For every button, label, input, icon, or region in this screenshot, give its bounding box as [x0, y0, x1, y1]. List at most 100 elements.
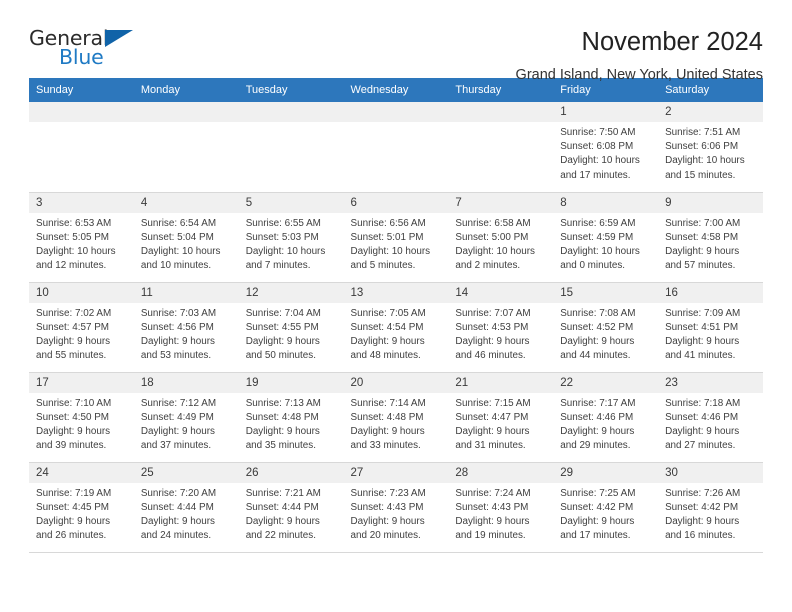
- day-details: Sunrise: 6:56 AM Sunset: 5:01 PM Daylight:…: [344, 213, 449, 274]
- sunset-time: Sunset: 4:57 PM: [36, 321, 110, 333]
- weekday-header-wednesday: Wednesday: [343, 78, 449, 102]
- day-number: 11: [133, 282, 239, 303]
- logo-triangle-icon: [105, 30, 133, 47]
- calendar-day-cell-empty: [343, 102, 449, 193]
- sunrise-time: Sunrise: 6:54 AM: [140, 217, 217, 229]
- day-number: 29: [553, 462, 659, 483]
- sunrise-time: Sunrise: 6:59 AM: [560, 217, 636, 229]
- sunset-time: Sunset: 4:50 PM: [36, 411, 110, 423]
- calendar-day-cell[interactable]: 15 Sunrise: 7:08 AM Sunset: 4:52 PM Dayligh…: [553, 282, 659, 373]
- calendar-day-cell[interactable]: 12 Sunrise: 7:04 AM Sunset: 4:55 PM Dayligh…: [238, 282, 344, 373]
- calendar-day-cell[interactable]: 27 Sunrise: 7:23 AM Sunset: 4:43 PM Dayligh…: [343, 462, 449, 553]
- calendar-day-cell-empty: [238, 102, 344, 193]
- sunset-time: Sunset: 4:47 PM: [455, 411, 529, 423]
- calendar-day-cell[interactable]: 11 Sunrise: 7:03 AM Sunset: 4:56 PM Dayligh…: [133, 282, 239, 373]
- day-details: Sunrise: 7:07 AM Sunset: 4:53 PM Daylight:…: [448, 303, 553, 364]
- day-details: Sunrise: 7:05 AM Sunset: 4:54 PM Daylight:…: [344, 303, 449, 364]
- calendar-day-cell[interactable]: 16 Sunrise: 7:09 AM Sunset: 4:51 PM Dayligh…: [658, 282, 763, 373]
- daylight-duration-line1: Daylight: 9 hours: [245, 515, 320, 527]
- calendar-day-cell[interactable]: 1 Sunrise: 7:50 AM Sunset: 6:08 PM Daylight…: [553, 102, 659, 193]
- calendar-day-cell[interactable]: 14 Sunrise: 7:07 AM Sunset: 4:53 PM Dayligh…: [448, 282, 554, 373]
- daylight-duration-line2: and 24 minutes.: [140, 530, 212, 542]
- daylight-duration-line1: Daylight: 9 hours: [245, 335, 320, 347]
- sunrise-time: Sunrise: 6:58 AM: [455, 217, 531, 229]
- sunrise-time: Sunrise: 7:00 AM: [665, 217, 741, 229]
- sunset-time: Sunset: 5:04 PM: [140, 231, 214, 243]
- day-number: 22: [553, 372, 659, 393]
- calendar-day-cell[interactable]: 10 Sunrise: 7:02 AM Sunset: 4:57 PM Dayligh…: [29, 282, 134, 373]
- daylight-duration-line2: and 17 minutes.: [560, 169, 631, 181]
- calendar-day-cell[interactable]: 30 Sunrise: 7:26 AM Sunset: 4:42 PM Dayligh…: [658, 462, 763, 553]
- day-details: Sunrise: 7:02 AM Sunset: 4:57 PM Daylight:…: [29, 303, 134, 364]
- calendar-day-cell[interactable]: 28 Sunrise: 7:24 AM Sunset: 4:43 PM Dayligh…: [448, 462, 554, 553]
- day-details: Sunrise: 7:23 AM Sunset: 4:43 PM Daylight:…: [344, 483, 449, 544]
- calendar-page: General Blue November 2024 Grand Island,…: [0, 0, 792, 612]
- day-details: Sunrise: 7:09 AM Sunset: 4:51 PM Daylight:…: [658, 303, 763, 364]
- sunset-time: Sunset: 4:44 PM: [245, 501, 319, 513]
- day-details: Sunrise: 7:00 AM Sunset: 4:58 PM Daylight:…: [658, 213, 763, 274]
- sunset-time: Sunset: 5:00 PM: [455, 231, 529, 243]
- sunset-time: Sunset: 4:48 PM: [350, 411, 424, 423]
- day-number: 26: [238, 462, 344, 483]
- daylight-duration-line2: and 50 minutes.: [245, 350, 316, 362]
- sunset-time: Sunset: 4:58 PM: [665, 231, 739, 243]
- calendar-day-cell[interactable]: 7 Sunrise: 6:58 AM Sunset: 5:00 PM Daylight…: [448, 192, 554, 283]
- daylight-duration-line1: Daylight: 9 hours: [350, 425, 425, 437]
- sunrise-time: Sunrise: 6:55 AM: [245, 217, 321, 229]
- sunset-time: Sunset: 4:48 PM: [245, 411, 319, 423]
- calendar-day-cell[interactable]: 2 Sunrise: 7:51 AM Sunset: 6:06 PM Daylight…: [658, 102, 763, 193]
- calendar-day-cell[interactable]: 24 Sunrise: 7:19 AM Sunset: 4:45 PM Dayligh…: [29, 462, 134, 553]
- day-details: Sunrise: 7:03 AM Sunset: 4:56 PM Daylight:…: [134, 303, 239, 364]
- day-details: Sunrise: 7:12 AM Sunset: 4:49 PM Daylight:…: [134, 393, 239, 454]
- calendar-day-cell[interactable]: 13 Sunrise: 7:05 AM Sunset: 4:54 PM Dayligh…: [343, 282, 449, 373]
- day-number: 25: [133, 462, 239, 483]
- daylight-duration-line2: and 19 minutes.: [455, 530, 526, 542]
- calendar-day-cell[interactable]: 23 Sunrise: 7:18 AM Sunset: 4:46 PM Dayligh…: [658, 372, 763, 463]
- day-details: Sunrise: 6:53 AM Sunset: 5:05 PM Daylight:…: [29, 213, 134, 274]
- calendar-day-cell[interactable]: 25 Sunrise: 7:20 AM Sunset: 4:44 PM Dayligh…: [133, 462, 239, 553]
- calendar-day-cell[interactable]: 20 Sunrise: 7:14 AM Sunset: 4:48 PM Dayligh…: [343, 372, 449, 463]
- calendar-day-cell[interactable]: 18 Sunrise: 7:12 AM Sunset: 4:49 PM Dayligh…: [133, 372, 239, 463]
- daylight-duration-line1: Daylight: 9 hours: [560, 335, 635, 347]
- sunrise-time: Sunrise: 7:12 AM: [140, 397, 217, 409]
- daylight-duration-line1: Daylight: 9 hours: [665, 425, 740, 437]
- daylight-duration-line1: Daylight: 9 hours: [455, 335, 530, 347]
- sunrise-time: Sunrise: 7:51 AM: [665, 127, 741, 138]
- calendar-day-cell[interactable]: 22 Sunrise: 7:17 AM Sunset: 4:46 PM Dayligh…: [553, 372, 659, 463]
- day-details: Sunrise: 7:17 AM Sunset: 4:46 PM Daylight:…: [553, 393, 658, 454]
- daylight-duration-line2: and 26 minutes.: [36, 530, 107, 542]
- day-details: Sunrise: 7:21 AM Sunset: 4:44 PM Daylight:…: [239, 483, 344, 544]
- daylight-duration-line2: and 33 minutes.: [350, 440, 421, 452]
- day-number: 20: [343, 372, 449, 393]
- daylight-duration-line1: Daylight: 9 hours: [36, 335, 111, 347]
- calendar-day-cell[interactable]: 9 Sunrise: 7:00 AM Sunset: 4:58 PM Daylight…: [658, 192, 763, 283]
- daylight-duration-line1: Daylight: 9 hours: [350, 335, 425, 347]
- daylight-duration-line1: Daylight: 10 hours: [140, 245, 221, 257]
- calendar-day-cell[interactable]: 3 Sunrise: 6:53 AM Sunset: 5:05 PM Daylight…: [29, 192, 134, 283]
- daylight-duration-line2: and 55 minutes.: [36, 350, 107, 362]
- day-number: 2: [658, 102, 763, 122]
- daylight-duration-line2: and 35 minutes.: [245, 440, 316, 452]
- calendar-day-cell[interactable]: 5 Sunrise: 6:55 AM Sunset: 5:03 PM Daylight…: [238, 192, 344, 283]
- day-number: 5: [238, 192, 344, 213]
- calendar-week-row: 1 Sunrise: 7:50 AM Sunset: 6:08 PM Daylight…: [29, 102, 763, 193]
- general-blue-logo[interactable]: General Blue: [29, 26, 147, 72]
- calendar-day-cell[interactable]: 17 Sunrise: 7:10 AM Sunset: 4:50 PM Dayligh…: [29, 372, 134, 463]
- sunset-time: Sunset: 4:42 PM: [560, 501, 634, 513]
- calendar-day-cell[interactable]: 19 Sunrise: 7:13 AM Sunset: 4:48 PM Dayligh…: [238, 372, 344, 463]
- day-details: Sunrise: 6:55 AM Sunset: 5:03 PM Daylight:…: [239, 213, 344, 274]
- calendar-day-cell[interactable]: 26 Sunrise: 7:21 AM Sunset: 4:44 PM Dayligh…: [238, 462, 344, 553]
- daylight-duration-line1: Daylight: 9 hours: [665, 335, 740, 347]
- daylight-duration-line2: and 46 minutes.: [455, 350, 526, 362]
- calendar-day-cell[interactable]: 21 Sunrise: 7:15 AM Sunset: 4:47 PM Dayligh…: [448, 372, 554, 463]
- daylight-duration-line1: Daylight: 9 hours: [245, 425, 320, 437]
- calendar-day-cell[interactable]: 6 Sunrise: 6:56 AM Sunset: 5:01 PM Daylight…: [343, 192, 449, 283]
- calendar-day-cell[interactable]: 8 Sunrise: 6:59 AM Sunset: 4:59 PM Daylight…: [553, 192, 659, 283]
- day-number: 15: [553, 282, 659, 303]
- day-number: [343, 102, 449, 122]
- daylight-duration-line2: and 5 minutes.: [350, 260, 416, 272]
- daylight-duration-line2: and 31 minutes.: [455, 440, 526, 452]
- day-number: 12: [238, 282, 344, 303]
- calendar-day-cell[interactable]: 29 Sunrise: 7:25 AM Sunset: 4:42 PM Dayligh…: [553, 462, 659, 553]
- calendar-day-cell[interactable]: 4 Sunrise: 6:54 AM Sunset: 5:04 PM Daylight…: [133, 192, 239, 283]
